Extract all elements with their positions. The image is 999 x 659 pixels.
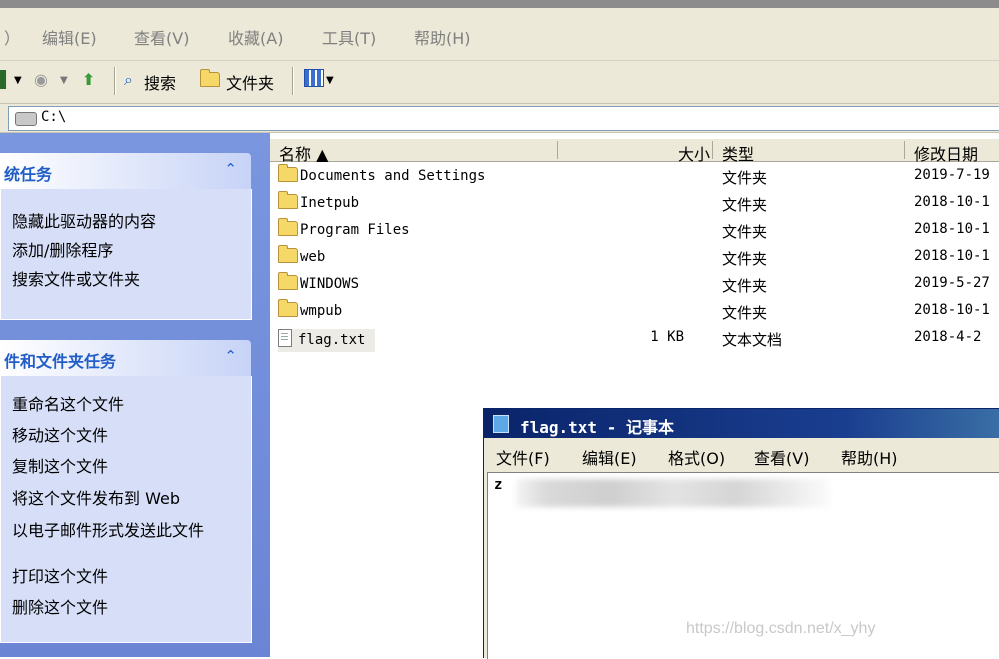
task-link[interactable]: 复制这个文件 — [12, 458, 108, 476]
file-tasks-panel: 重命名这个文件 移动这个文件 复制这个文件 将这个文件发布到 Web 以电子邮件… — [0, 376, 252, 643]
column-modified-header[interactable]: 修改日期 — [914, 141, 978, 165]
system-tasks-panel: 隐藏此驱动器的内容 添加/删除程序 搜索文件或文件夹 — [0, 189, 252, 320]
system-tasks-title: 统任务 — [4, 165, 53, 184]
file-tasks-title: 件和文件夹任务 — [4, 352, 117, 371]
forward-dropdown-icon[interactable]: ▼ — [60, 75, 68, 86]
folder-icon — [278, 272, 298, 290]
file-date: 2018-4-2 — [914, 329, 982, 345]
task-link[interactable]: 重命名这个文件 — [12, 396, 124, 414]
column-type-header[interactable]: 类型 — [722, 141, 754, 165]
column-header: 名称 ▲ 大小 类型 修改日期 — [270, 139, 999, 165]
views-dropdown-icon[interactable]: ▼ — [326, 75, 334, 86]
up-folder-icon[interactable]: ⬆ — [82, 70, 95, 89]
file-name: Program Files — [300, 222, 410, 238]
task-link[interactable]: 搜索文件或文件夹 — [12, 271, 140, 289]
toolbar-separator — [114, 67, 116, 95]
task-link[interactable]: 删除这个文件 — [12, 599, 108, 617]
task-link[interactable]: 移动这个文件 — [12, 427, 108, 445]
menu-help[interactable]: 帮助(H) — [414, 25, 471, 49]
file-date: 2018-10-1 — [914, 248, 990, 264]
file-row[interactable]: wmpub 文件夹 2018-10-1 — [270, 298, 999, 324]
address-path: C:\ — [41, 109, 67, 125]
file-row[interactable]: Documents and Settings 文件夹 2019-7-19 — [270, 163, 999, 189]
task-link[interactable]: 打印这个文件 — [12, 568, 108, 586]
watermark: https://blog.csdn.net/x_yhy — [686, 620, 876, 637]
notepad-menu-format[interactable]: 格式(O) — [668, 445, 725, 469]
notepad-menu-file[interactable]: 文件(F) — [496, 445, 550, 469]
file-name: WINDOWS — [300, 276, 360, 292]
search-icon[interactable]: ⌕ — [124, 70, 133, 90]
menu-edit[interactable]: 编辑(E) — [42, 25, 97, 49]
file-row[interactable]: Inetpub 文件夹 2018-10-1 — [270, 190, 999, 216]
drive-icon — [15, 112, 37, 126]
file-tasks-header[interactable]: 件和文件夹任务 ⌃ — [0, 340, 251, 376]
folder-icon — [278, 218, 298, 236]
views-icon[interactable] — [304, 69, 324, 91]
file-name: flag.txt — [298, 332, 366, 348]
collapse-chevron-icon[interactable]: ⌃ — [224, 160, 237, 178]
menu-tools[interactable]: 工具(T) — [322, 25, 376, 49]
file-type: 文件夹 — [722, 196, 768, 214]
address-bar: C:\ — [0, 104, 999, 133]
file-row[interactable]: WINDOWS 文件夹 2019-5-27 — [270, 271, 999, 297]
file-date: 2018-10-1 — [914, 302, 990, 318]
task-link[interactable]: 将这个文件发布到 Web — [12, 490, 180, 508]
file-size: 1 KB — [650, 329, 684, 345]
system-tasks-header[interactable]: 统任务 ⌃ — [0, 153, 251, 189]
file-date: 2019-5-27 — [914, 275, 990, 291]
redacted-blur — [516, 479, 830, 507]
file-date: 2019-7-19 — [914, 167, 990, 183]
back-button-partial[interactable]: ▌ — [0, 70, 12, 89]
folders-icon[interactable] — [200, 69, 222, 89]
collapse-chevron-icon[interactable]: ⌃ — [224, 347, 237, 365]
notepad-menu-edit[interactable]: 编辑(E) — [582, 445, 637, 469]
file-type: 文件夹 — [722, 223, 768, 241]
menu-view[interactable]: 查看(V) — [134, 25, 189, 49]
file-type: 文件夹 — [722, 304, 768, 322]
search-button[interactable]: 搜索 — [144, 70, 176, 94]
file-type: 文件夹 — [722, 250, 768, 268]
menu-favorites[interactable]: 收藏(A) — [228, 25, 283, 49]
forward-button[interactable]: ◉ — [34, 70, 48, 89]
task-pane: 统任务 ⌃ 隐藏此驱动器的内容 添加/删除程序 搜索文件或文件夹 件和文件夹任务… — [0, 133, 270, 657]
notepad-menu-help[interactable]: 帮助(H) — [841, 445, 898, 469]
notepad-menu-view[interactable]: 查看(V) — [754, 445, 809, 469]
file-row[interactable]: web 文件夹 2018-10-1 — [270, 244, 999, 270]
task-link[interactable]: 隐藏此驱动器的内容 — [12, 213, 156, 231]
column-size-header[interactable]: 大小 — [678, 141, 710, 165]
file-date: 2018-10-1 — [914, 194, 990, 210]
file-type: 文本文档 — [722, 331, 783, 349]
file-row-selected[interactable]: flag.txt 1 KB 文本文档 2018-4-2 — [270, 325, 999, 352]
file-type: 文件夹 — [722, 277, 768, 295]
column-name-header[interactable]: 名称 ▲ — [279, 141, 328, 165]
notepad-icon — [493, 415, 509, 433]
folder-icon — [278, 164, 298, 182]
file-date: 2018-10-1 — [914, 221, 990, 237]
notepad-titlebar[interactable]: flag.txt - 记事本 — [484, 409, 999, 438]
folder-icon — [278, 299, 298, 317]
notepad-content: z — [494, 477, 503, 493]
toolbar-separator — [292, 67, 294, 95]
window-top-border — [0, 0, 999, 8]
menubar: ） 编辑(E) 查看(V) 收藏(A) 工具(T) 帮助(H) — [0, 8, 999, 61]
folders-button[interactable]: 文件夹 — [226, 70, 274, 94]
text-file-icon — [278, 329, 292, 347]
menu-file-partial[interactable]: ） — [4, 25, 20, 49]
task-link[interactable]: 以电子邮件形式发送此文件 — [12, 522, 212, 540]
file-name: Documents and Settings — [300, 168, 486, 184]
file-type: 文件夹 — [722, 169, 768, 187]
folder-icon — [278, 191, 298, 209]
task-link[interactable]: 添加/删除程序 — [12, 242, 113, 260]
file-name: web — [300, 249, 326, 265]
notepad-menubar: 文件(F) 编辑(E) 格式(O) 查看(V) 帮助(H) — [484, 439, 999, 469]
address-input[interactable]: C:\ — [8, 106, 999, 131]
file-row[interactable]: Program Files 文件夹 2018-10-1 — [270, 217, 999, 243]
folder-icon — [278, 245, 298, 263]
toolbar: ▌ ▼ ◉ ▼ ⬆ ⌕ 搜索 文件夹 ▼ — [0, 61, 999, 104]
file-name: Inetpub — [300, 195, 360, 211]
notepad-title: flag.txt - 记事本 — [520, 418, 674, 437]
back-dropdown-icon[interactable]: ▼ — [14, 75, 22, 86]
file-name: wmpub — [300, 303, 343, 319]
